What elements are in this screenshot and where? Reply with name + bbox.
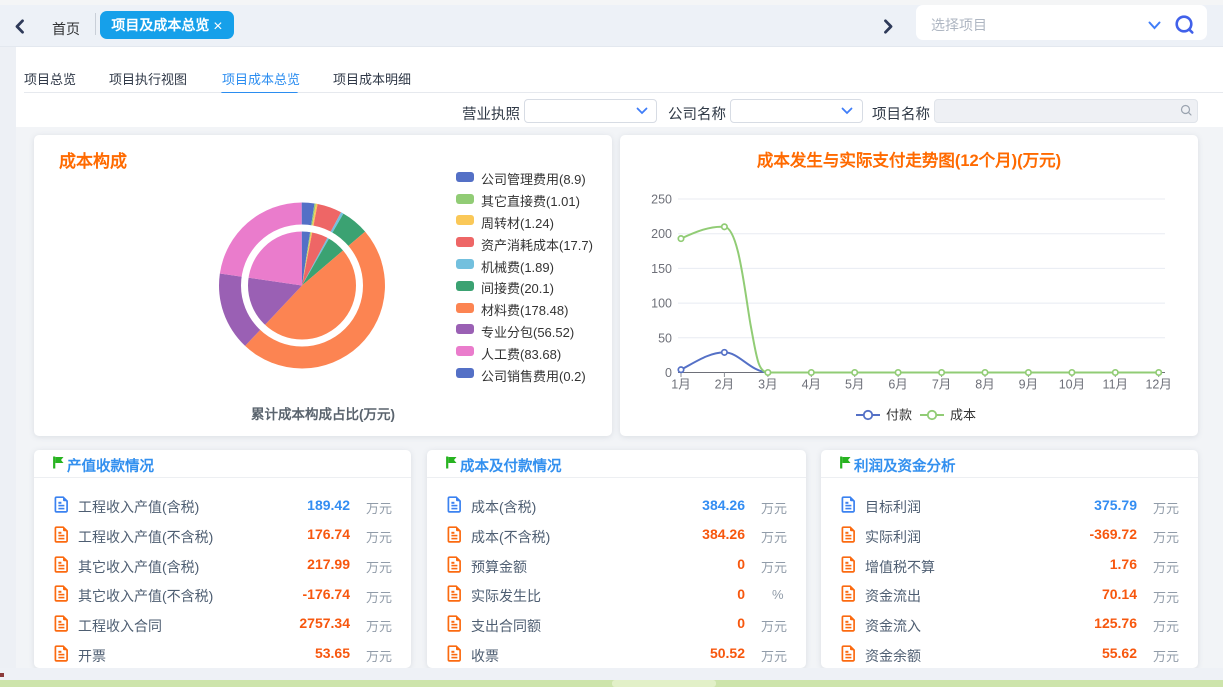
svg-text:付款: 付款	[886, 408, 912, 423]
svg-text:8月: 8月	[975, 378, 994, 392]
svg-text:7月: 7月	[932, 378, 951, 392]
svg-text:100: 100	[651, 297, 672, 311]
svg-text:成本: 成本	[950, 408, 976, 423]
svg-text:12月: 12月	[1145, 378, 1171, 392]
svg-text:200: 200	[651, 227, 672, 241]
svg-text:3月: 3月	[758, 378, 777, 392]
svg-text:5月: 5月	[845, 378, 864, 392]
svg-text:9月: 9月	[1019, 378, 1038, 392]
svg-text:2月: 2月	[715, 378, 734, 392]
svg-text:50: 50	[658, 331, 672, 345]
svg-text:150: 150	[651, 262, 672, 276]
svg-text:6月: 6月	[888, 378, 907, 392]
svg-text:10月: 10月	[1059, 378, 1085, 392]
svg-text:4月: 4月	[802, 378, 821, 392]
svg-text:11月: 11月	[1103, 378, 1128, 392]
svg-text:1月: 1月	[671, 378, 690, 392]
svg-text:250: 250	[651, 193, 672, 207]
